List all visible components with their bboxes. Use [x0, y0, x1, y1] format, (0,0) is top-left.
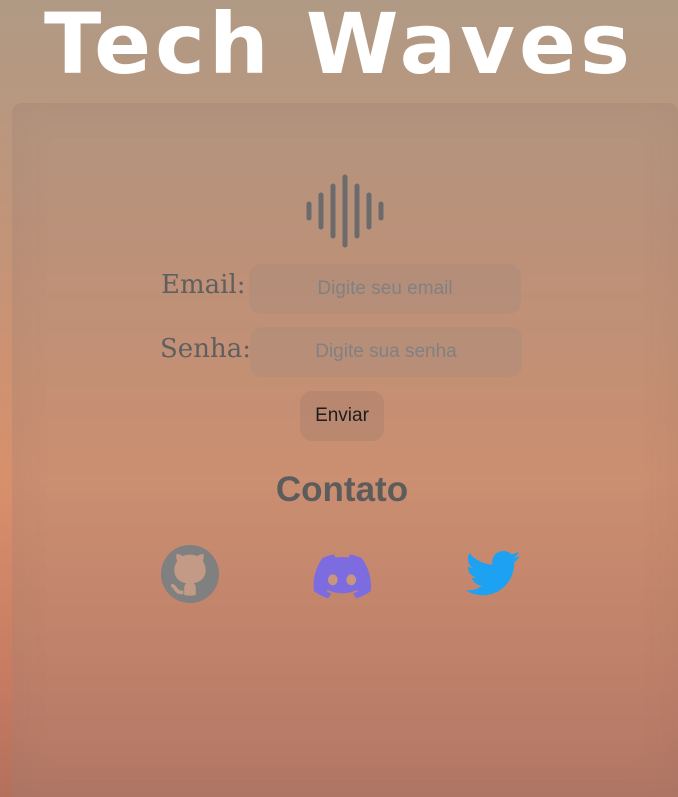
github-icon — [160, 544, 220, 604]
sound-wave-icon — [306, 174, 384, 248]
password-label: Senha: — [160, 334, 251, 364]
discord-link[interactable] — [311, 543, 373, 605]
email-field[interactable] — [249, 264, 521, 314]
submit-button[interactable]: Enviar — [300, 391, 384, 441]
github-link[interactable] — [159, 543, 221, 605]
contact-heading: Contato — [275, 470, 409, 509]
twitter-icon — [465, 550, 521, 596]
app-title: Tech Waves — [43, 0, 635, 93]
email-label: Email: — [161, 270, 246, 300]
twitter-link[interactable] — [462, 543, 524, 605]
discord-icon — [313, 554, 372, 599]
password-field[interactable] — [250, 327, 522, 377]
